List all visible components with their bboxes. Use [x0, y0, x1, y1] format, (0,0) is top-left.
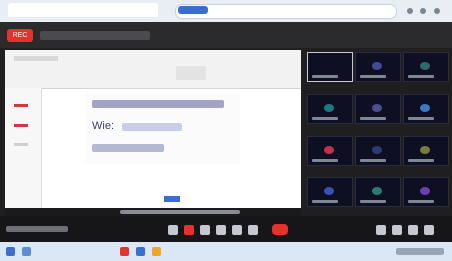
- app-icon[interactable]: [120, 247, 129, 256]
- folder-icon[interactable]: [152, 247, 161, 256]
- slide-text-line: [92, 144, 164, 152]
- participant-tile[interactable]: [403, 177, 449, 207]
- address-bar[interactable]: [175, 4, 397, 19]
- participant-tile[interactable]: [355, 94, 401, 124]
- fullscreen-icon[interactable]: [424, 225, 434, 235]
- layout-icon[interactable]: [376, 225, 386, 235]
- search-icon[interactable]: [22, 247, 31, 256]
- minimize-icon[interactable]: [407, 8, 413, 14]
- participant-tile[interactable]: [307, 136, 353, 166]
- close-icon[interactable]: [434, 8, 440, 14]
- meeting-title: [40, 31, 150, 40]
- slide-thumbnail: [14, 124, 28, 127]
- more-icon[interactable]: [248, 225, 258, 235]
- participants-icon[interactable]: [392, 225, 402, 235]
- system-tray-clock[interactable]: [396, 248, 444, 255]
- ribbon-tabs: [14, 56, 58, 61]
- participant-tile[interactable]: [355, 136, 401, 166]
- record-badge: REC: [7, 29, 33, 42]
- chat-icon[interactable]: [216, 225, 226, 235]
- settings-icon[interactable]: [408, 225, 418, 235]
- participant-tile[interactable]: [307, 177, 353, 207]
- start-icon[interactable]: [6, 247, 15, 256]
- taskbar: [0, 242, 452, 261]
- participant-tile[interactable]: [355, 177, 401, 207]
- people-icon[interactable]: [232, 225, 242, 235]
- browser-tab[interactable]: [8, 3, 158, 17]
- browser-icon[interactable]: [136, 247, 145, 256]
- slide-label: Wie:: [92, 120, 114, 132]
- slide-heading: [92, 100, 224, 108]
- maximize-icon[interactable]: [420, 8, 426, 14]
- slide-text-line: [122, 123, 182, 131]
- participant-tile-active[interactable]: [307, 52, 353, 82]
- participant-tile[interactable]: [403, 52, 449, 82]
- slide-thumbnail: [14, 143, 28, 146]
- ribbon-group: [176, 66, 206, 80]
- slide-thumbnail: [14, 104, 28, 107]
- video-icon[interactable]: [184, 225, 194, 235]
- meeting-info: [6, 226, 68, 232]
- slide-canvas: Wie:: [86, 92, 240, 164]
- participant-tile[interactable]: [307, 94, 353, 124]
- share-icon[interactable]: [200, 225, 210, 235]
- participant-tile[interactable]: [403, 136, 449, 166]
- mic-icon[interactable]: [168, 225, 178, 235]
- presenter-controls[interactable]: [120, 210, 240, 214]
- participant-tile[interactable]: [403, 94, 449, 124]
- participant-tile[interactable]: [355, 52, 401, 82]
- slide-cursor: [164, 196, 180, 202]
- secure-indicator-icon: [178, 6, 208, 14]
- end-call-icon[interactable]: [272, 224, 288, 235]
